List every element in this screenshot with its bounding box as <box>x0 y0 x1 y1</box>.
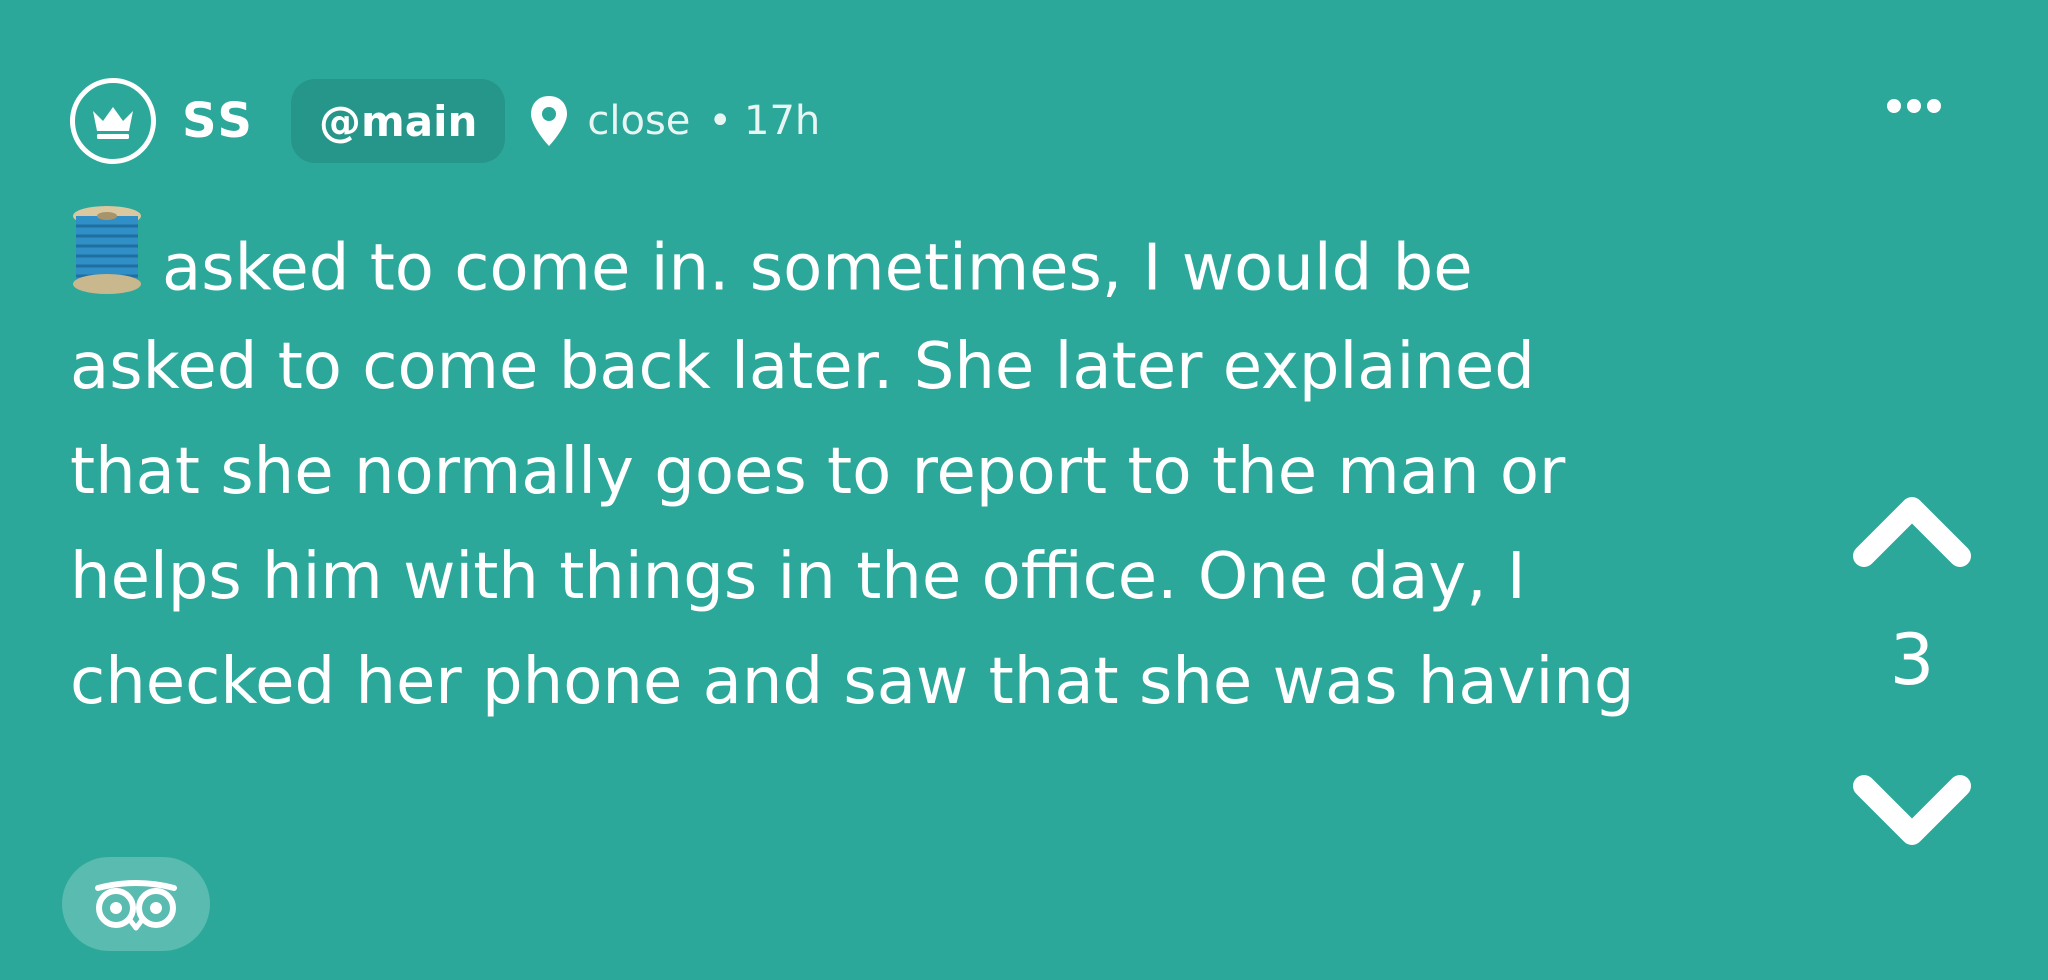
post-header: SS @main close • 17h <box>70 76 820 166</box>
owl-eyes-icon <box>95 880 177 931</box>
avatar[interactable] <box>70 78 156 164</box>
body-line-text: asked to come in. sometimes, I would be <box>162 231 1473 306</box>
body-line: helps him with things in the office. One… <box>70 540 1526 614</box>
downvote-button[interactable] <box>1850 772 1974 852</box>
author-name[interactable]: SS <box>182 93 255 149</box>
map-pin-icon <box>529 94 569 148</box>
vote-controls: 3 <box>1850 490 1974 850</box>
body-line: asked to come back later. She later expl… <box>70 330 1535 404</box>
channel-label: @main <box>318 96 478 146</box>
chevron-up-icon <box>1853 497 1971 567</box>
more-dots-icon <box>1887 99 1941 113</box>
meta-separator: • <box>708 98 733 144</box>
thread-spool-icon <box>70 204 144 328</box>
body-line: asked to come in. sometimes, I would be <box>70 206 1770 315</box>
more-options-button[interactable] <box>1878 86 1950 126</box>
body-line: checked her phone and saw that she was h… <box>70 645 1635 719</box>
vote-score: 3 <box>1889 619 1935 701</box>
location-label: close <box>587 98 691 144</box>
post-age: 17h <box>744 98 821 144</box>
reaction-button[interactable] <box>62 857 210 951</box>
channel-chip[interactable]: @main <box>290 79 506 163</box>
post-card: SS @main close • 17h asked to come in. s… <box>0 0 2048 980</box>
upvote-button[interactable] <box>1850 490 1974 570</box>
post-body: asked to come in. sometimes, I would be … <box>70 206 1770 735</box>
body-line: that she normally goes to report to the … <box>70 435 1566 509</box>
chevron-down-icon <box>1853 775 1971 845</box>
crown-icon <box>93 107 133 139</box>
